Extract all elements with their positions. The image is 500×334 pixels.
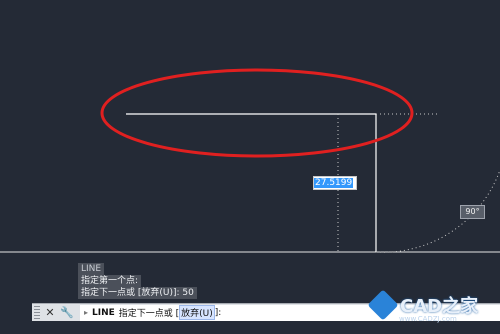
wrench-icon[interactable]: 🔧 [60,306,74,320]
annotation-circle [100,68,414,158]
history-line: 指定第一个点: [78,275,142,287]
watermark-logo-icon [367,289,399,321]
dimension-value[interactable]: 27.5199 [314,178,354,188]
watermark-url: www.CADZJ.com [399,315,457,323]
close-icon[interactable]: ✕ [43,306,57,320]
command-prompt-icon: ▸ [84,308,89,317]
active-command: LINE [92,307,115,318]
drawing-canvas[interactable] [0,0,500,334]
drag-handle[interactable] [34,305,40,320]
command-prompt-suffix: ]: [214,307,222,318]
angle-tooltip: 90° [460,205,485,219]
command-history: LINE 指定第一个点: 指定下一点或 [放弃(U)]: 50 [78,263,197,299]
dimension-input[interactable]: 27.5199 [313,176,357,190]
history-line: 指定下一点或 [放弃(U)]: 50 [78,287,197,299]
command-prompt-text: 指定下一点或 [ [118,309,180,319]
history-line: LINE [78,263,105,275]
site-watermark: CAD之家 www.CADZJ.com [367,289,478,323]
undo-keyword-option[interactable]: 放弃(U) [179,305,215,320]
